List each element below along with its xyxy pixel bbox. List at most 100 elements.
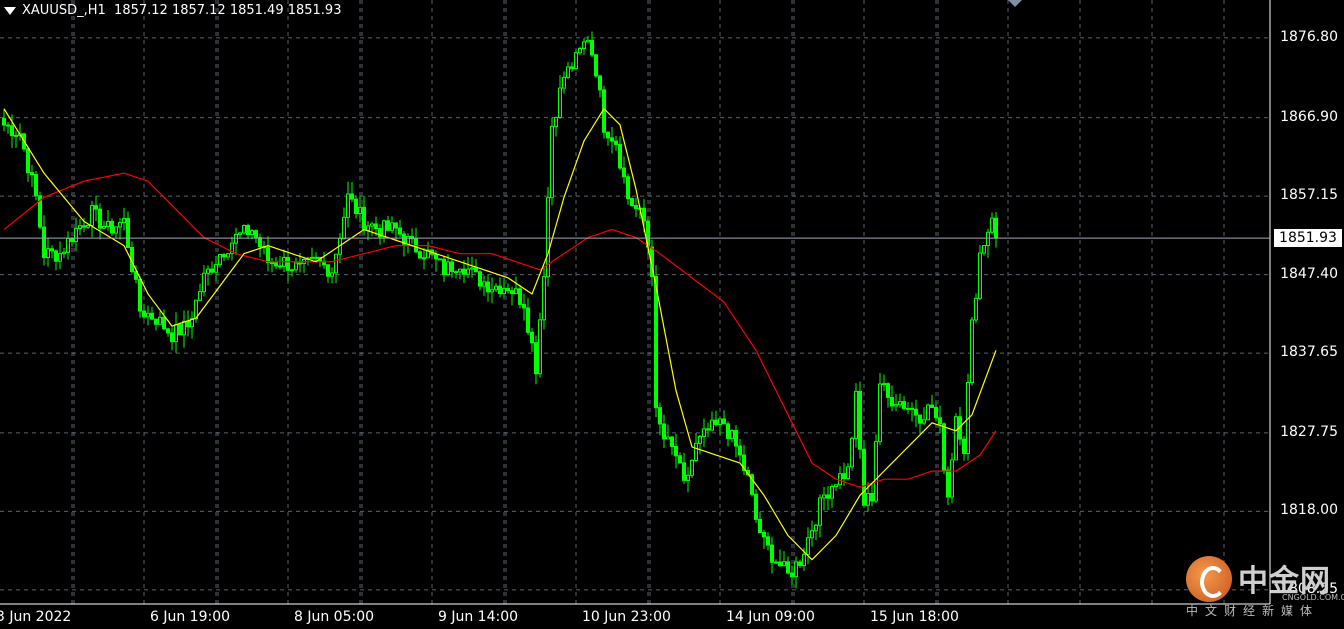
candle-body <box>570 66 574 70</box>
candle-body <box>946 469 950 498</box>
candle-body <box>766 536 770 546</box>
logo-subtitle: 中文财经新媒体 <box>1186 604 1320 618</box>
candle-body <box>158 316 162 325</box>
candle-body <box>126 217 130 248</box>
candle-body <box>846 466 850 480</box>
candle-body <box>162 316 166 330</box>
candle-body <box>250 230 254 236</box>
candle-body <box>786 561 790 574</box>
candle-body <box>826 494 830 499</box>
logo-url: CNGOLD.COM.CN <box>1282 593 1344 602</box>
candle-body <box>418 251 422 259</box>
candle-body <box>654 276 658 409</box>
candle-body <box>66 238 70 253</box>
candle-body <box>214 264 218 273</box>
candle-body <box>382 220 386 238</box>
candle-body <box>478 271 482 287</box>
candle-body <box>994 217 998 239</box>
candle-body <box>738 445 742 456</box>
candle-body <box>990 217 994 233</box>
candle-body <box>454 271 458 274</box>
menu-triangle-icon[interactable] <box>4 6 16 15</box>
candle-body <box>30 172 34 175</box>
candle-body <box>366 225 370 231</box>
candle-body <box>798 561 802 567</box>
candle-body <box>962 438 966 455</box>
candle-body <box>882 383 886 386</box>
candle-body <box>186 320 190 328</box>
candle-body <box>858 390 862 450</box>
candle-body <box>286 256 290 271</box>
candle-body <box>54 250 58 262</box>
candle-body <box>114 226 118 234</box>
candle-body <box>702 428 706 438</box>
candle-body <box>486 281 490 293</box>
candle-body <box>310 256 314 259</box>
candle-body <box>850 437 854 468</box>
candle-body <box>70 238 74 243</box>
candle-body <box>910 407 914 410</box>
candle-body <box>266 247 270 264</box>
price-chart[interactable] <box>0 0 1344 629</box>
candle-body <box>662 423 666 440</box>
time-tick-label: 15 Jun 18:00 <box>870 609 959 625</box>
price-tick-label: 1818.00 <box>1280 502 1338 519</box>
candle-body <box>566 66 570 78</box>
candle-body <box>142 310 146 318</box>
candle-body <box>330 272 334 277</box>
candle-body <box>902 401 906 409</box>
candle-body <box>166 328 170 334</box>
candle-body <box>182 320 186 336</box>
candle-body <box>98 208 102 229</box>
candle-body <box>754 493 758 520</box>
current-price-label: 1851.93 <box>1274 229 1342 248</box>
candle-body <box>722 418 726 425</box>
candle-body <box>730 430 734 439</box>
candle-body <box>574 52 578 70</box>
candle-body <box>890 396 894 407</box>
candle-body <box>782 561 786 567</box>
candle-body <box>934 406 938 419</box>
candle-body <box>102 225 106 229</box>
time-tick-label: 9 Jun 14:00 <box>438 609 519 625</box>
candle-body <box>386 220 390 231</box>
price-tick-label: 1876.80 <box>1280 28 1338 45</box>
candle-body <box>242 224 246 234</box>
candle-body <box>774 561 778 564</box>
candle-body <box>374 223 378 230</box>
candle-body <box>830 486 834 499</box>
candle-body <box>678 455 682 464</box>
candle-body <box>970 319 974 384</box>
candle-body <box>522 303 526 309</box>
candle-body <box>562 76 566 89</box>
candle-body <box>550 125 554 199</box>
candle-body <box>494 285 498 291</box>
candle-body <box>978 252 982 299</box>
candle-body <box>210 268 214 273</box>
candle-body <box>614 140 618 145</box>
chart-shift-marker[interactable] <box>1008 0 1022 7</box>
logo-icon <box>1186 556 1232 602</box>
candle-body <box>86 224 90 228</box>
candle-body <box>918 414 922 424</box>
candle-body <box>670 436 674 447</box>
candle-body <box>938 417 942 425</box>
candle-body <box>866 492 870 506</box>
candle-body <box>726 423 730 439</box>
candle-body <box>258 237 262 248</box>
candle-body <box>838 473 842 486</box>
candle-body <box>498 285 502 295</box>
candle-body <box>530 331 534 344</box>
symbol-label: XAUUSD_,H1 <box>22 3 106 18</box>
candle-body <box>610 137 614 142</box>
candle-body <box>630 197 634 207</box>
candle-body <box>122 217 126 224</box>
candle-body <box>682 462 686 481</box>
slow-moving-average-line <box>3 172 997 488</box>
candle-body <box>718 418 722 425</box>
candle-body <box>238 232 242 235</box>
candle-body <box>222 254 226 258</box>
candle-body <box>234 233 238 244</box>
candle-body <box>110 220 114 234</box>
chart-header: XAUUSD_,H1 1857.12 1857.12 1851.49 1851.… <box>4 3 341 18</box>
